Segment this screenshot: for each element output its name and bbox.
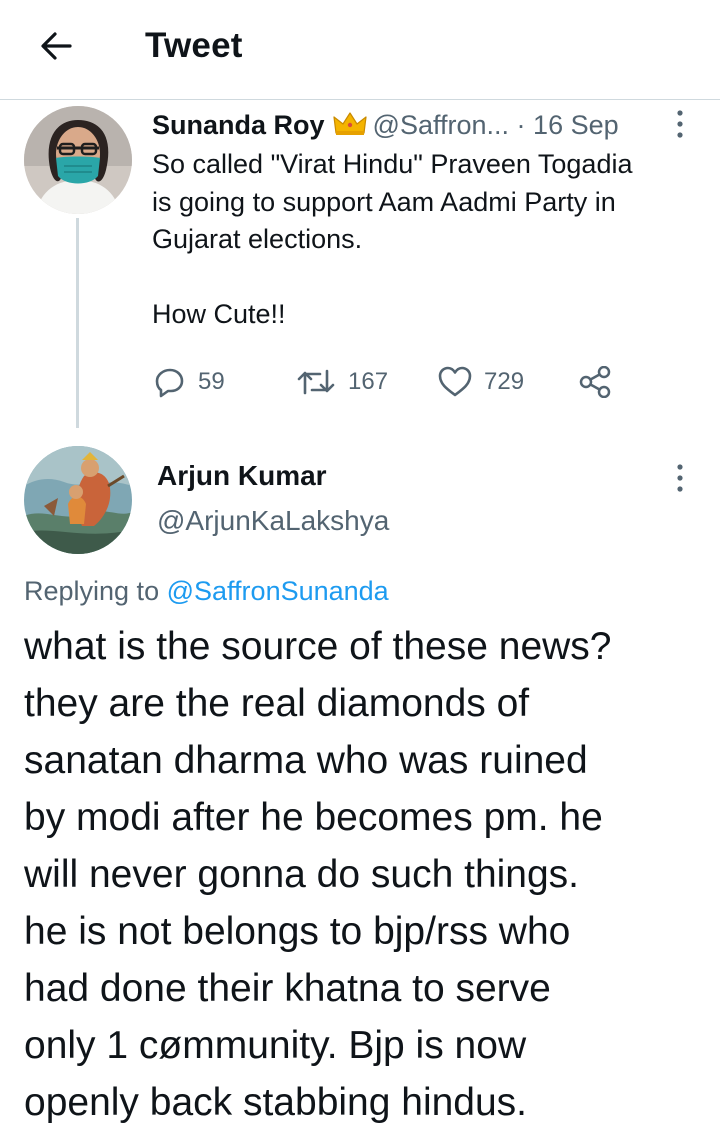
reply-icon bbox=[155, 368, 184, 398]
user-handle[interactable]: @Saffron... bbox=[373, 110, 509, 140]
reply-count: 59 bbox=[198, 368, 225, 395]
tweet-text: what is the source of these news? they a… bbox=[24, 625, 612, 1124]
share-button[interactable] bbox=[578, 362, 612, 402]
separator: · bbox=[516, 110, 526, 140]
mention-link[interactable]: @SaffronSunanda bbox=[167, 576, 389, 606]
tweet-date[interactable]: 16 Sep bbox=[533, 110, 619, 140]
retweet-count: 167 bbox=[348, 368, 389, 395]
thread-line bbox=[76, 218, 79, 428]
display-name[interactable]: Sunanda Roy bbox=[152, 110, 325, 140]
retweet-button[interactable]: 167 bbox=[296, 362, 388, 402]
arrow-left-icon[interactable] bbox=[36, 26, 76, 66]
avatar[interactable] bbox=[24, 106, 132, 214]
top-bar: Tweet bbox=[0, 0, 720, 100]
display-name[interactable]: Arjun Kumar bbox=[157, 460, 327, 492]
reply-button[interactable]: 59 bbox=[154, 362, 225, 402]
retweet-icon bbox=[297, 369, 335, 395]
avatar[interactable] bbox=[24, 446, 132, 554]
user-handle[interactable]: @ArjunKaLakshya bbox=[157, 505, 389, 537]
share-icon bbox=[579, 366, 611, 398]
replying-prefix: Replying to bbox=[24, 576, 160, 606]
tweet-text: So called "Virat Hindu" Praveen Togadia … bbox=[152, 149, 633, 329]
page-title: Tweet bbox=[145, 26, 243, 65]
more-options-icon[interactable] bbox=[675, 109, 685, 139]
crown-icon bbox=[332, 112, 367, 135]
like-button[interactable]: 729 bbox=[438, 362, 524, 402]
more-options-icon[interactable] bbox=[675, 463, 685, 493]
tweet-header: Sunanda Roy @Saffron... · 16 Sep bbox=[152, 108, 672, 142]
replying-to: Replying to @SaffronSunanda bbox=[24, 576, 389, 607]
heart-icon bbox=[438, 366, 472, 397]
like-count: 729 bbox=[484, 368, 525, 395]
tweet-actions: 59 167 729 bbox=[152, 362, 672, 402]
